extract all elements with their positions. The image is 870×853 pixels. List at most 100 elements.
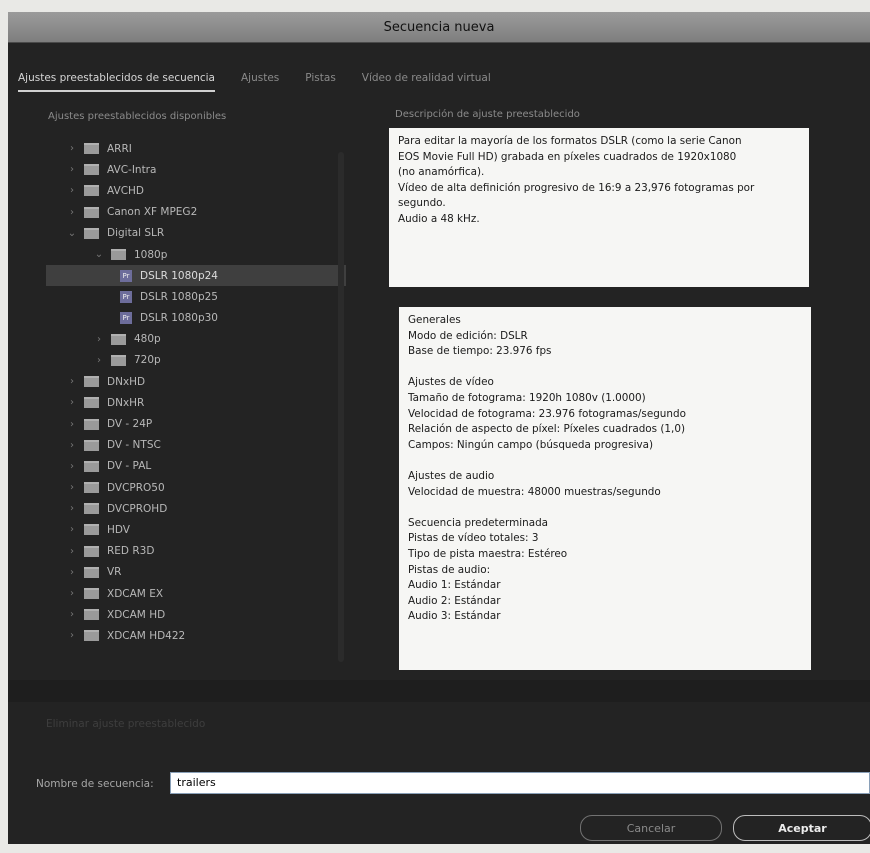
new-sequence-dialog: Secuencia nueva Ajustes preestablecidos … — [8, 12, 870, 844]
chevron-right-icon[interactable]: › — [66, 419, 78, 430]
chevron-down-icon[interactable]: ⌄ — [66, 228, 78, 239]
accept-button[interactable]: Aceptar — [733, 815, 870, 841]
tree-item-label: 720p — [134, 354, 161, 367]
sequence-name-input[interactable]: trailers — [170, 772, 870, 794]
text-line — [408, 500, 802, 516]
tree-scrollbar[interactable] — [338, 152, 344, 662]
preset-details-box: Generales Modo de edición: DSLR Base de ti… — [399, 307, 811, 670]
folder-icon — [84, 503, 99, 515]
tree-item-label: DSLR 1080p30 — [140, 312, 218, 325]
preset-item[interactable]: Pr DSLR 1080p25 — [46, 286, 346, 307]
available-presets-label: Ajustes preestablecidos disponibles — [48, 111, 227, 122]
folder-item[interactable]: › DV - 24P — [46, 413, 346, 434]
chevron-right-icon[interactable]: › — [93, 334, 105, 345]
folder-item[interactable]: ⌄ Digital SLR — [46, 223, 346, 244]
text-line: Pistas de audio: — [408, 563, 491, 576]
folder-icon — [84, 545, 99, 557]
folder-item[interactable]: › XDCAM HD422 — [46, 625, 346, 646]
folder-item[interactable]: › RED R3D — [46, 541, 346, 562]
chevron-right-icon[interactable]: › — [66, 164, 78, 175]
chevron-right-icon[interactable]: › — [66, 609, 78, 620]
chevron-right-icon[interactable]: › — [66, 207, 78, 218]
folder-item[interactable]: › XDCAM EX — [46, 583, 346, 604]
dialog-titlebar[interactable]: Secuencia nueva — [8, 12, 870, 43]
folder-item[interactable]: › VR — [46, 562, 346, 583]
folder-item[interactable]: › Canon XF MPEG2 — [46, 202, 346, 223]
chevron-right-icon[interactable]: › — [66, 524, 78, 535]
folder-icon — [84, 206, 99, 218]
tree-item-label: Digital SLR — [107, 227, 165, 240]
chevron-right-icon[interactable]: › — [66, 546, 78, 557]
tab-sequence-presets[interactable]: Ajustes preestablecidos de secuencia — [18, 72, 215, 92]
folder-item[interactable]: › 720p — [46, 350, 346, 371]
tree-item-label: HDV — [107, 523, 130, 536]
chevron-right-icon[interactable]: › — [66, 185, 78, 196]
folder-icon — [84, 460, 99, 472]
folder-item[interactable]: › ARRI — [46, 138, 346, 159]
cancel-button[interactable]: Cancelar — [580, 815, 722, 841]
tab-vr-video[interactable]: Vídeo de realidad virtual — [362, 72, 491, 92]
tab-settings[interactable]: Ajustes — [241, 72, 279, 92]
preset-item[interactable]: Pr DSLR 1080p24 — [46, 265, 346, 287]
text-line: Relación de aspecto de píxel: Píxeles cu… — [408, 423, 686, 436]
preset-item[interactable]: Pr DSLR 1080p30 — [46, 308, 346, 329]
folder-icon — [111, 354, 126, 366]
tree-item-label: ARRI — [107, 142, 132, 155]
presets-tree[interactable]: › ARRI › AVC-Intra › AVCHD › Canon XF MPEG2 ⌄ Dig… — [46, 138, 346, 666]
folder-item[interactable]: › DNxHR — [46, 392, 346, 413]
folder-icon — [111, 333, 126, 345]
text-line: Tamaño de fotograma: 1920h 1080v (1.0000… — [408, 391, 646, 404]
folder-item[interactable]: › DVCPRO50 — [46, 477, 346, 498]
folder-icon — [84, 376, 99, 388]
text-line: Para editar la mayoría de los formatos D… — [398, 135, 742, 147]
text-line: Velocidad de fotograma: 23.976 fotograma… — [408, 407, 686, 420]
premiere-preset-icon: Pr — [120, 312, 132, 325]
folder-icon — [84, 630, 99, 642]
delete-preset-button[interactable]: Eliminar ajuste preestablecido — [46, 718, 205, 730]
chevron-right-icon[interactable]: › — [66, 503, 78, 514]
tree-item-label: XDCAM HD — [107, 608, 166, 621]
folder-icon — [84, 566, 99, 578]
chevron-down-icon[interactable]: ⌄ — [93, 249, 105, 260]
chevron-right-icon[interactable]: › — [66, 630, 78, 641]
folder-item[interactable]: › XDCAM HD — [46, 604, 346, 625]
tab-bar: Ajustes preestablecidos de secuencia Aju… — [18, 72, 491, 92]
chevron-right-icon[interactable]: › — [66, 461, 78, 472]
tree-item-label: DVCPRO50 — [107, 481, 165, 494]
folder-item[interactable]: › DV - PAL — [46, 456, 346, 477]
chevron-right-icon[interactable]: › — [66, 376, 78, 387]
tree-footer-bar — [8, 680, 870, 702]
text-line: Campos: Ningún campo (búsqueda progresiv… — [408, 438, 654, 451]
folder-icon — [84, 418, 99, 430]
folder-item[interactable]: ⌄ 1080p — [46, 244, 346, 265]
folder-item[interactable]: › HDV — [46, 519, 346, 540]
tree-item-label: 480p — [134, 333, 161, 346]
chevron-right-icon[interactable]: › — [66, 567, 78, 578]
chevron-right-icon[interactable]: › — [93, 355, 105, 366]
folder-item[interactable]: › DV - NTSC — [46, 435, 346, 456]
tree-item-label: DV - PAL — [107, 460, 152, 473]
chevron-right-icon[interactable]: › — [66, 397, 78, 408]
folder-item[interactable]: › DVCPROHD — [46, 498, 346, 519]
folder-icon — [84, 609, 99, 621]
tree-item-label: XDCAM HD422 — [107, 629, 186, 642]
folder-icon — [84, 482, 99, 494]
folder-item[interactable]: › DNxHD — [46, 371, 346, 392]
folder-item[interactable]: › AVCHD — [46, 180, 346, 201]
folder-item[interactable]: › 480p — [46, 329, 346, 350]
folder-icon — [84, 143, 99, 155]
text-line: Velocidad de muestra: 48000 muestras/seg… — [408, 485, 661, 498]
tab-tracks[interactable]: Pistas — [305, 72, 336, 92]
text-line: EOS Movie Full HD) grabada en píxeles cu… — [398, 150, 737, 163]
chevron-right-icon[interactable]: › — [66, 440, 78, 451]
text-line: Vídeo de alta definición progresivo de 1… — [398, 181, 755, 194]
folder-item[interactable]: › AVC-Intra — [46, 159, 346, 180]
chevron-right-icon[interactable]: › — [66, 588, 78, 599]
chevron-right-icon[interactable]: › — [66, 143, 78, 154]
tree-item-label: DV - 24P — [107, 418, 153, 431]
preset-description-box: Para editar la mayoría de los formatos D… — [389, 128, 809, 287]
premiere-preset-icon: Pr — [120, 269, 132, 282]
text-line: Tipo de pista maestra: Estéreo — [408, 547, 568, 560]
chevron-right-icon[interactable]: › — [66, 482, 78, 493]
tree-item-label: AVCHD — [107, 184, 145, 197]
